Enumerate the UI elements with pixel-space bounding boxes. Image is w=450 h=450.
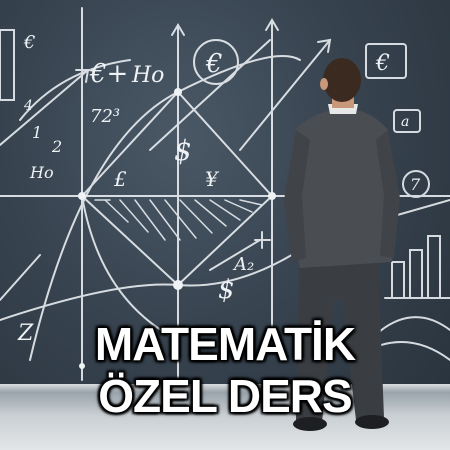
headline-line-1: MATEMATİK bbox=[94, 318, 356, 370]
head-hair bbox=[323, 58, 361, 102]
ear bbox=[320, 78, 328, 90]
headline-line-2: ÖZEL DERS bbox=[98, 370, 352, 422]
poster: € €+ Ho € € 72³ 2 1 $ $ £ ¥ Ho A₂ 7 4 a … bbox=[0, 0, 450, 450]
